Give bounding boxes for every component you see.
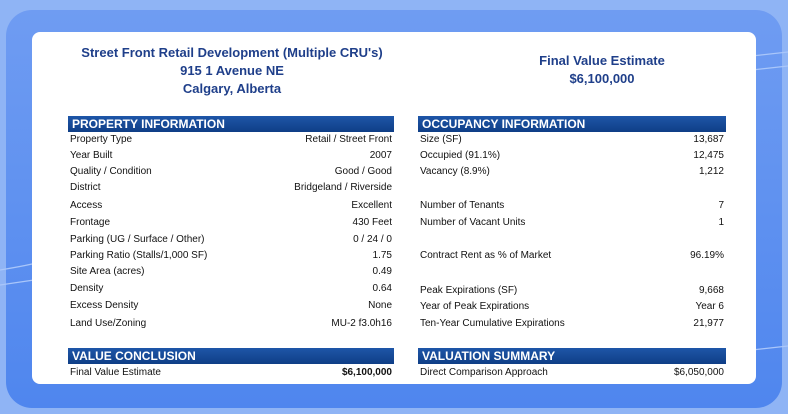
- row-value: 1.75: [372, 250, 392, 261]
- property-row: Access Excellent: [70, 198, 392, 214]
- row-label: Year Built: [70, 150, 113, 161]
- row-label: Vacancy (8.9%): [420, 166, 490, 177]
- property-row: Excess Density None: [70, 298, 392, 314]
- row-label: Direct Comparison Approach: [420, 367, 548, 378]
- row-label: Parking Ratio (Stalls/1,000 SF): [70, 250, 208, 261]
- occupancy-row: Year of Peak Expirations Year 6: [420, 299, 724, 315]
- row-label: Size (SF): [420, 134, 462, 145]
- property-row: Site Area (acres) 0.49: [70, 264, 392, 280]
- row-label: Year of Peak Expirations: [420, 301, 530, 312]
- occupancy-row: Ten-Year Cumulative Expirations 21,977: [420, 316, 724, 332]
- final-value-estimate-header: Final Value Estimate $6,100,000: [502, 52, 702, 88]
- property-row: Land Use/Zoning MU-2 f3.0h16: [70, 316, 392, 332]
- row-value: 13,687: [693, 134, 724, 145]
- title-line: 915 1 Avenue NE: [180, 63, 284, 78]
- row-label: Access: [70, 200, 103, 211]
- row-label: Parking (UG / Surface / Other): [70, 234, 205, 245]
- row-value: Good / Good: [334, 166, 392, 177]
- property-title: Street Front Retail Development (Multipl…: [72, 44, 392, 98]
- row-value: Year 6: [695, 301, 724, 312]
- row-label: Excess Density: [70, 300, 139, 311]
- row-value: 0.64: [372, 283, 392, 294]
- row-value: None: [368, 300, 392, 311]
- row-value: 1,212: [698, 166, 724, 177]
- row-value: $6,050,000: [673, 367, 724, 378]
- property-row: Parking Ratio (Stalls/1,000 SF) 1.75: [70, 248, 392, 264]
- row-label: Site Area (acres): [70, 266, 145, 277]
- value-conclusion-heading: VALUE CONCLUSION: [68, 348, 394, 364]
- row-value: 2007: [369, 150, 392, 161]
- row-label: Contract Rent as % of Market: [420, 250, 552, 261]
- row-label: Number of Tenants: [420, 200, 505, 211]
- row-label: Final Value Estimate: [70, 367, 161, 378]
- property-row: Property Type Retail / Street Front: [70, 132, 392, 148]
- occupancy-row: Occupied (91.1%) 12,475: [420, 148, 724, 164]
- row-value: 430 Feet: [352, 217, 392, 228]
- title-line: Calgary, Alberta: [182, 81, 282, 96]
- row-value: Bridgeland / Riverside: [294, 182, 392, 193]
- row-value: Retail / Street Front: [305, 134, 392, 145]
- row-value: 9,668: [698, 285, 724, 296]
- property-row: Density 0.64: [70, 281, 392, 297]
- property-row: Year Built 2007: [70, 148, 392, 164]
- row-value: 0.49: [372, 266, 392, 277]
- row-label: Quality / Condition: [70, 166, 152, 177]
- row-label: Property Type: [70, 134, 133, 145]
- occupancy-row: Vacancy (8.9%) 1,212: [420, 164, 724, 180]
- report-sheet: Street Front Retail Development (Multipl…: [32, 32, 756, 384]
- row-label: Number of Vacant Units: [420, 217, 526, 228]
- row-label: Frontage: [70, 217, 111, 228]
- occupancy-row: Size (SF) 13,687: [420, 132, 724, 148]
- valuation-summary-row: Direct Comparison Approach $6,050,000: [420, 365, 724, 381]
- estimate-value: $6,100,000: [569, 71, 635, 86]
- property-information-heading: PROPERTY INFORMATION: [68, 116, 394, 132]
- occupancy-row: Number of Tenants 7: [420, 198, 724, 214]
- row-value: $6,100,000: [341, 367, 392, 378]
- row-value: 0 / 24 / 0: [353, 234, 392, 245]
- row-label: Occupied (91.1%): [420, 150, 501, 161]
- row-value: Excellent: [351, 200, 392, 211]
- occupancy-row: Number of Vacant Units 1: [420, 215, 724, 231]
- row-label: District: [70, 182, 101, 193]
- title-line: Street Front Retail Development (Multipl…: [81, 45, 383, 60]
- row-label: Land Use/Zoning: [70, 318, 147, 329]
- row-value: 96.19%: [690, 250, 724, 261]
- row-value: 12,475: [693, 150, 724, 161]
- row-value: 7: [718, 200, 724, 211]
- property-row: Quality / Condition Good / Good: [70, 164, 392, 180]
- property-row: District Bridgeland / Riverside: [70, 180, 392, 196]
- valuation-summary-heading: VALUATION SUMMARY: [418, 348, 726, 364]
- row-value: MU-2 f3.0h16: [331, 318, 392, 329]
- occupancy-information-heading: OCCUPANCY INFORMATION: [418, 116, 726, 132]
- occupancy-row: Peak Expirations (SF) 9,668: [420, 283, 724, 299]
- occupancy-row: Contract Rent as % of Market 96.19%: [420, 248, 724, 264]
- property-row: Parking (UG / Surface / Other) 0 / 24 / …: [70, 232, 392, 248]
- row-label: Peak Expirations (SF): [420, 285, 518, 296]
- row-value: 21,977: [693, 318, 724, 329]
- row-label: Density: [70, 283, 104, 294]
- property-row: Frontage 430 Feet: [70, 215, 392, 231]
- row-label: Ten-Year Cumulative Expirations: [420, 318, 565, 329]
- value-conclusion-row: Final Value Estimate $6,100,000: [70, 365, 392, 381]
- row-value: 1: [718, 217, 724, 228]
- estimate-label: Final Value Estimate: [539, 53, 665, 68]
